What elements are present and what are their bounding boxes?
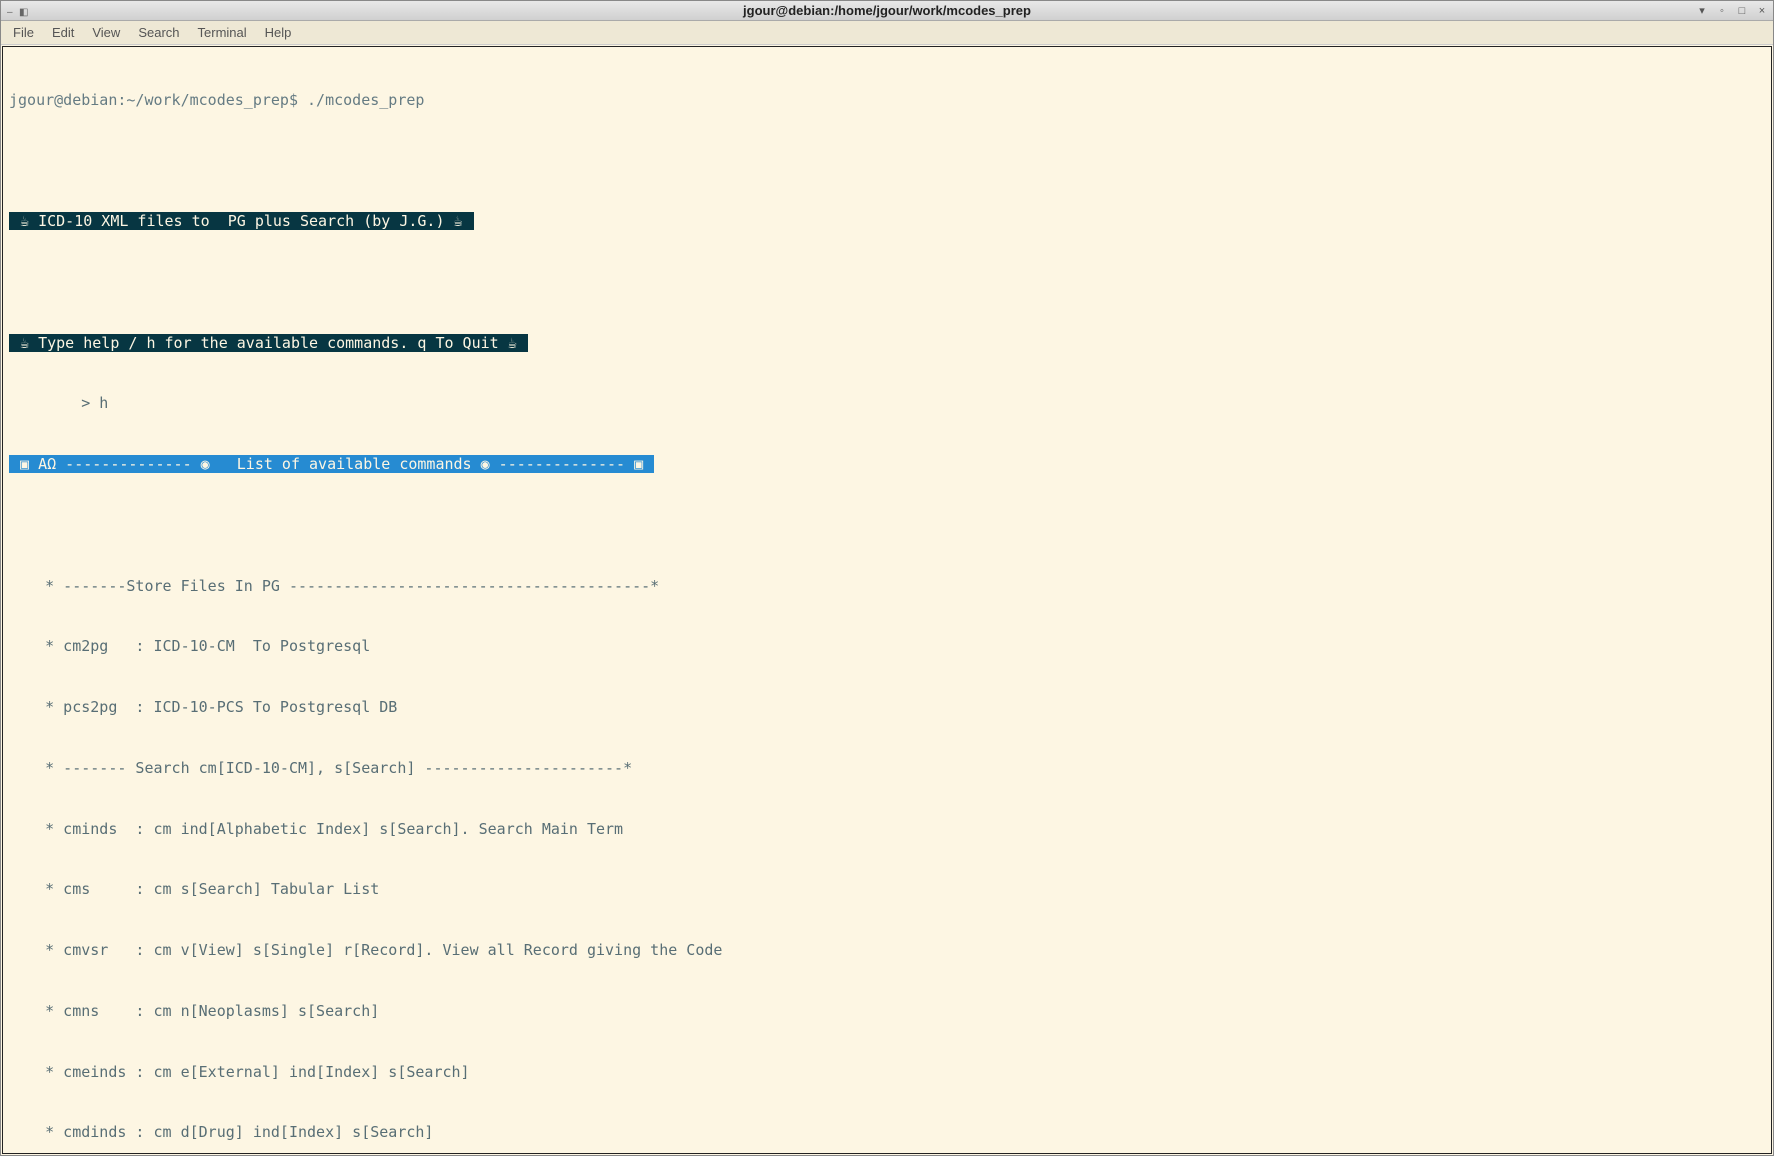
close-button[interactable]: × [1755,4,1769,18]
app-prompt-h: > h [9,393,1765,413]
menu-file[interactable]: File [5,23,42,42]
menu-help[interactable]: Help [257,23,300,42]
help-line: * cm2pg : ICD-10-CM To Postgresql [9,636,1765,656]
help-line: * pcs2pg : ICD-10-PCS To Postgresql DB [9,697,1765,717]
window-title: jgour@debian:/home/jgour/work/mcodes_pre… [743,3,1031,18]
help-line: * cmvsr : cm v[View] s[Single] r[Record]… [9,940,1765,960]
help-line: * cmns : cm n[Neoplasms] s[Search] [9,1001,1765,1021]
blank-line [9,272,1765,292]
menu-search[interactable]: Search [130,23,187,42]
banner-line-2: ☕ Type help / h for the available comman… [9,333,1765,353]
help-line: * cminds : cm ind[Alphabetic Index] s[Se… [9,819,1765,839]
menubar: File Edit View Search Terminal Help [1,21,1773,45]
window-menu-icon[interactable]: – [7,7,15,15]
restore-button[interactable]: ◦ [1715,4,1729,18]
minimize-button[interactable]: ▾ [1695,4,1709,18]
menu-terminal[interactable]: Terminal [190,23,255,42]
terminal-window: – ◧ jgour@debian:/home/jgour/work/mcodes… [0,0,1774,1156]
help-line: * -------Store Files In PG -------------… [9,576,1765,596]
menu-edit[interactable]: Edit [44,23,82,42]
terminal-app-icon: ◧ [19,7,27,15]
help-line: * ------- Search cm[ICD-10-CM], s[Search… [9,758,1765,778]
terminal-content[interactable]: jgour@debian:~/work/mcodes_prep$ ./mcode… [2,46,1772,1154]
help-line: * cmdinds : cm d[Drug] ind[Index] s[Sear… [9,1122,1765,1142]
shell-prompt-line: jgour@debian:~/work/mcodes_prep$ ./mcode… [9,90,1765,110]
menu-view[interactable]: View [84,23,128,42]
titlebar: – ◧ jgour@debian:/home/jgour/work/mcodes… [1,1,1773,21]
blank-line [9,150,1765,170]
list-header: ▣ AΩ -------------- ◉ List of available … [9,454,1765,474]
banner-line-1: ☕ ICD-10 XML files to PG plus Search (by… [9,211,1765,231]
help-line [9,515,1765,535]
help-line: * cms : cm s[Search] Tabular List [9,879,1765,899]
maximize-button[interactable]: □ [1735,4,1749,18]
help-line: * cmeinds : cm e[External] ind[Index] s[… [9,1062,1765,1082]
